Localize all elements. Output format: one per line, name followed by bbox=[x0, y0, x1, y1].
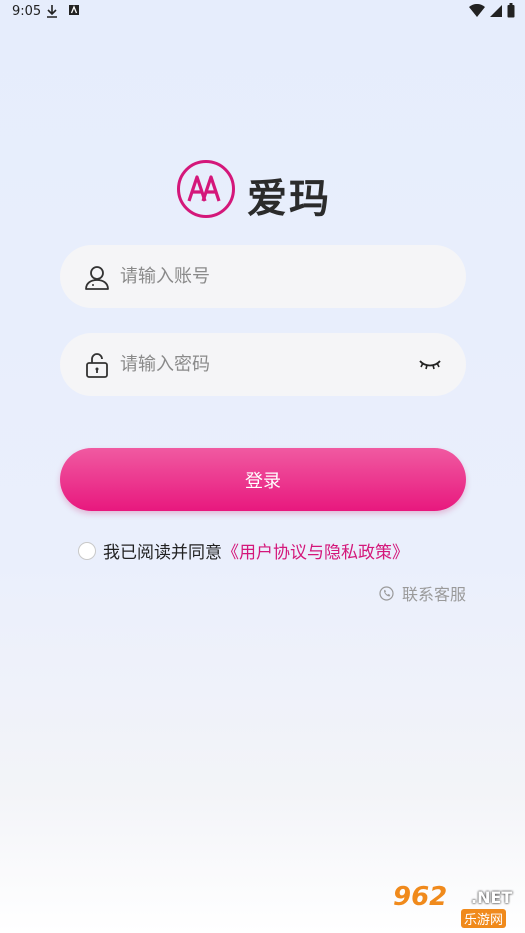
wifi-icon bbox=[469, 3, 485, 17]
contact-service-label: 联系客服 bbox=[401, 585, 466, 604]
agreement-text: 我已阅读并同意 bbox=[103, 543, 222, 563]
agreement-radio[interactable] bbox=[78, 541, 96, 560]
status-left-icons bbox=[46, 4, 80, 21]
contact-service[interactable]: 联系客服 bbox=[379, 581, 466, 605]
status-bar: 9:05 bbox=[0, 0, 525, 24]
password-input[interactable] bbox=[118, 353, 402, 376]
download-icon bbox=[46, 4, 58, 21]
signal-icon bbox=[490, 4, 502, 17]
site-watermark: 962 .NET 乐游网 bbox=[389, 882, 519, 928]
status-time: 9:05 bbox=[12, 4, 42, 19]
status-right-icons bbox=[469, 3, 515, 18]
account-input[interactable] bbox=[118, 265, 402, 288]
user-icon bbox=[85, 265, 109, 290]
watermark-main: 962 bbox=[393, 882, 448, 912]
agreement-link[interactable]: 《用户协议与隐私政策》 bbox=[222, 538, 409, 563]
password-field[interactable] bbox=[60, 333, 466, 396]
watermark-sub: 乐游网 bbox=[461, 909, 507, 928]
watermark-suffix: .NET bbox=[471, 888, 513, 907]
app-notification-icon bbox=[68, 4, 80, 21]
login-button[interactable]: 登录 bbox=[60, 448, 466, 511]
app-logo: 爱玛 bbox=[177, 160, 353, 224]
logo-mark-icon bbox=[177, 160, 235, 218]
lock-icon bbox=[86, 352, 108, 378]
battery-icon bbox=[507, 3, 515, 18]
agreement-row: 我已阅读并同意 《用户协议与隐私政策》 bbox=[78, 538, 409, 563]
brand-name: 爱玛 bbox=[247, 176, 331, 222]
eye-closed-icon[interactable] bbox=[418, 355, 442, 373]
account-field[interactable] bbox=[60, 245, 466, 308]
phone-icon bbox=[379, 585, 394, 601]
